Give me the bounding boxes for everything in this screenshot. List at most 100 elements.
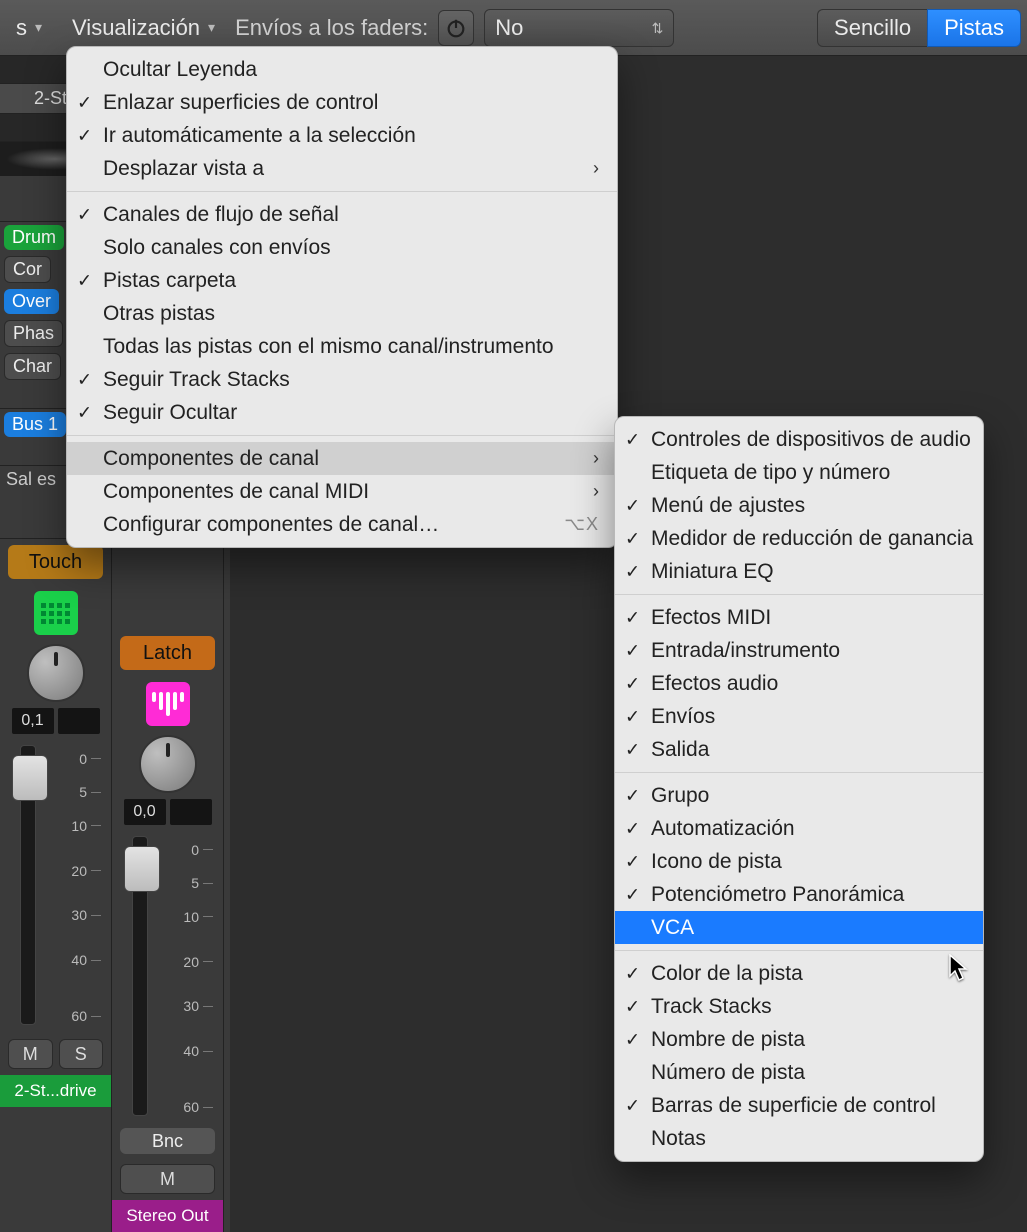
fx-slot-over[interactable]: Over [4, 289, 59, 314]
menu-label: Configurar componentes de canal… [103, 513, 439, 537]
pan-control[interactable]: 0,1 [0, 641, 111, 737]
menu-item-only-sends[interactable]: Solo canales con envíos [67, 231, 617, 264]
submenu-automation[interactable]: ✓Automatización [615, 812, 983, 845]
pan-control[interactable]: 0,0 [112, 732, 223, 828]
menu-separator [67, 191, 617, 192]
menu-item-midi-components[interactable]: Componentes de canal MIDI› [67, 475, 617, 508]
menu-label: VCA [651, 916, 694, 940]
track-icon[interactable] [112, 676, 223, 732]
mute-button[interactable]: M [8, 1039, 53, 1069]
automation-label: Latch [143, 642, 192, 665]
submenu-notes[interactable]: Notas [615, 1122, 983, 1155]
menu-item-hide-legend[interactable]: Ocultar Leyenda [67, 53, 617, 86]
menu-label: Enlazar superficies de control [103, 91, 378, 115]
bounce-button[interactable]: Bnc [120, 1128, 215, 1154]
fader-cap[interactable] [12, 755, 48, 801]
menu-label: Efectos audio [651, 672, 778, 696]
tick-0: 0 [79, 751, 87, 767]
menu-label: Entrada/instrumento [651, 639, 840, 663]
fx-slot-char[interactable]: Char [4, 353, 61, 380]
submenu-settings[interactable]: ✓Menú de ajustes [615, 489, 983, 522]
menu-item-follow-hide[interactable]: ✓Seguir Ocultar [67, 396, 617, 429]
menu-item-scroll-to[interactable]: Desplazar vista a› [67, 152, 617, 185]
left-truncated-menu[interactable]: s ▾ [6, 11, 52, 45]
submenu-track-icon[interactable]: ✓Icono de pista [615, 845, 983, 878]
mute-button[interactable]: M [120, 1164, 215, 1194]
sends-power-button[interactable] [438, 10, 474, 46]
fx-slot-cor[interactable]: Cor [4, 256, 51, 283]
tick-5: 5 [79, 784, 87, 800]
menu-label: Medidor de reducción de ganancia [651, 527, 973, 551]
menu-label: Potenciómetro Panorámica [651, 883, 904, 907]
submenu-gain-reduction[interactable]: ✓ Medidor de reducción de ganancia [615, 522, 983, 555]
left-truncated-label: s [16, 15, 27, 41]
menu-label: Efectos MIDI [651, 606, 771, 630]
pan-knob-icon [27, 644, 85, 702]
view-menu: Ocultar Leyenda ✓Enlazar superficies de … [66, 46, 618, 548]
check-icon: ✓ [625, 561, 640, 582]
check-icon: ✓ [625, 996, 640, 1017]
pan-value: 0,1 [12, 708, 54, 734]
check-icon: ✓ [625, 429, 640, 450]
menu-label: Ir automáticamente a la selección [103, 124, 416, 148]
menu-label: Componentes de canal [103, 447, 319, 471]
menu-label: Salida [651, 738, 709, 762]
menu-item-other-tracks[interactable]: Otras pistas [67, 297, 617, 330]
power-icon [445, 17, 467, 39]
chevron-right-icon: › [593, 481, 599, 502]
menu-item-channel-components[interactable]: Componentes de canal› [67, 442, 617, 475]
bounce-label: Bnc [152, 1131, 183, 1152]
menu-separator [615, 950, 983, 951]
audio-out-icon [146, 682, 190, 726]
menu-item-follow-stacks[interactable]: ✓Seguir Track Stacks [67, 363, 617, 396]
mute-solo-row: M [112, 1158, 223, 1200]
submenu-group[interactable]: ✓Grupo [615, 779, 983, 812]
submenu-midi-fx[interactable]: ✓Efectos MIDI [615, 601, 983, 634]
solo-button[interactable]: S [59, 1039, 104, 1069]
simple-button[interactable]: Sencillo [817, 9, 927, 47]
submenu-track-stacks[interactable]: ✓Track Stacks [615, 990, 983, 1023]
check-icon: ✓ [77, 402, 92, 423]
menu-item-signal-flow[interactable]: ✓Canales de flujo de señal [67, 198, 617, 231]
menu-label: Automatización [651, 817, 795, 841]
pan-value-2 [58, 708, 100, 734]
submenu-sends[interactable]: ✓Envíos [615, 700, 983, 733]
view-menu-button[interactable]: Visualización ▾ [62, 11, 225, 45]
submenu-control-surface[interactable]: ✓Barras de superficie de control [615, 1089, 983, 1122]
fader-cap[interactable] [124, 846, 160, 892]
check-icon: ✓ [625, 528, 640, 549]
submenu-audio-device[interactable]: ✓Controles de dispositivos de audio [615, 423, 983, 456]
submenu-audio-fx[interactable]: ✓Efectos audio [615, 667, 983, 700]
menu-label: Solo canales con envíos [103, 236, 331, 260]
submenu-input[interactable]: ✓Entrada/instrumento [615, 634, 983, 667]
tracks-button[interactable]: Pistas [927, 9, 1021, 47]
menu-item-folder-tracks[interactable]: ✓Pistas carpeta [67, 264, 617, 297]
track-icon[interactable] [0, 585, 111, 641]
submenu-pan-pot[interactable]: ✓Potenciómetro Panorámica [615, 878, 983, 911]
submenu-track-number[interactable]: Número de pista [615, 1056, 983, 1089]
check-icon: ✓ [625, 739, 640, 760]
fx-slot-phas[interactable]: Phas [4, 320, 63, 347]
automation-mode[interactable]: Latch [120, 636, 215, 670]
sends-select[interactable]: No ⇅ [484, 9, 674, 47]
fader[interactable]: 0 5 10 20 30 40 60 [6, 745, 105, 1025]
submenu-eq-thumb[interactable]: ✓Miniatura EQ [615, 555, 983, 588]
inst-slot-drum[interactable]: Drum [4, 225, 64, 250]
fader[interactable]: 0 5 10 20 30 40 60 [118, 836, 217, 1116]
submenu-output[interactable]: ✓ Salida [615, 733, 983, 766]
submenu-type-label[interactable]: Etiqueta de tipo y número [615, 456, 983, 489]
menu-item-auto-scroll[interactable]: ✓Ir automáticamente a la selección [67, 119, 617, 152]
track-name[interactable]: 2-St...drive [0, 1075, 111, 1107]
menu-label: Envíos [651, 705, 715, 729]
submenu-track-color[interactable]: ✓Color de la pista [615, 957, 983, 990]
menu-item-configure-components[interactable]: Configurar componentes de canal…⌥X [67, 508, 617, 541]
submenu-vca[interactable]: VCA [615, 911, 983, 944]
send-slot-bus[interactable]: Bus 1 [4, 412, 66, 437]
automation-mode[interactable]: Touch [8, 545, 103, 579]
submenu-track-name[interactable]: ✓Nombre de pista [615, 1023, 983, 1056]
menu-item-same-channel[interactable]: Todas las pistas con el mismo canal/inst… [67, 330, 617, 363]
menu-item-link-surfaces[interactable]: ✓Enlazar superficies de control [67, 86, 617, 119]
menu-separator [67, 435, 617, 436]
track-name[interactable]: Stereo Out [112, 1200, 223, 1232]
menu-label: Otras pistas [103, 302, 215, 326]
